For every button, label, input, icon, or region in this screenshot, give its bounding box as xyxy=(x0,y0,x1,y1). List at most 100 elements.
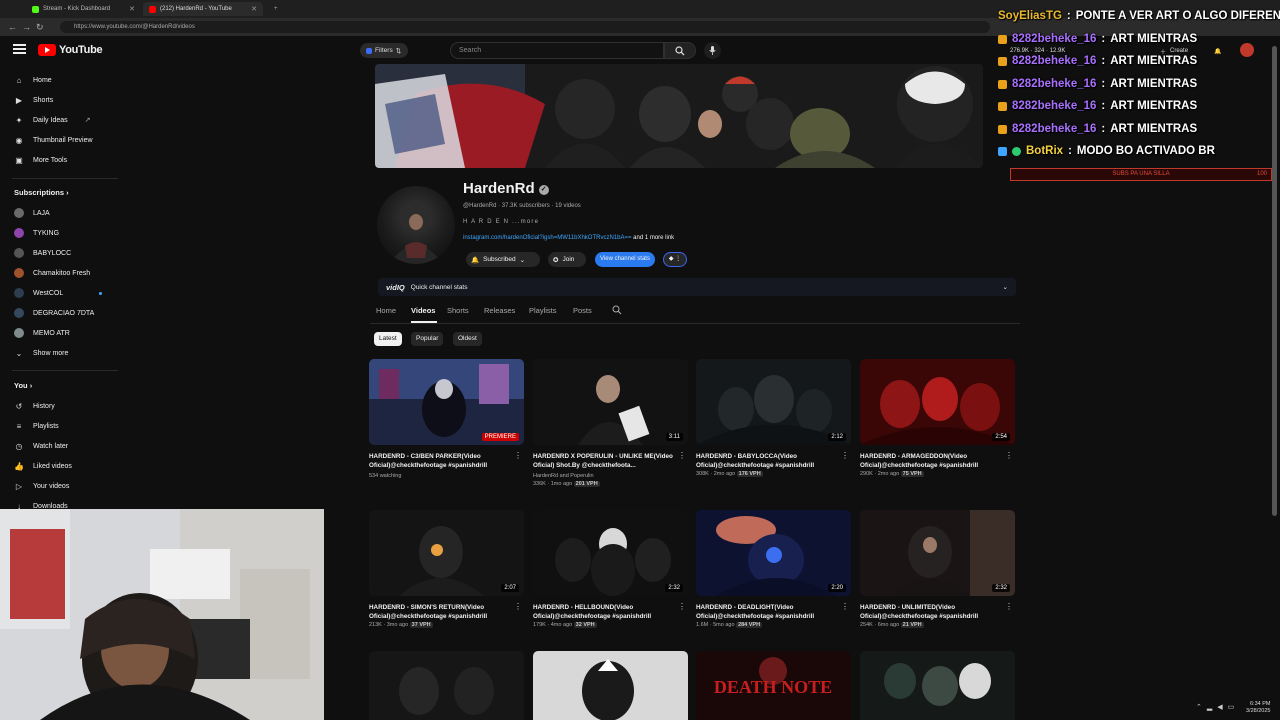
video-thumbnail[interactable]: 3:11 xyxy=(533,359,688,445)
sidebar-item-show-more[interactable]: ⌄ Show more xyxy=(0,343,118,363)
chevron-up-icon[interactable]: ⌃ xyxy=(1196,703,1202,711)
video-thumbnail[interactable]: 2:54 xyxy=(860,359,1015,445)
sidebar-item-daily-ideas[interactable]: ✦ Daily Ideas ↗ xyxy=(0,110,118,130)
more-options-icon[interactable]: ⋮ xyxy=(1005,452,1013,460)
sidebar-item-subscription[interactable]: LAJA xyxy=(0,203,118,223)
more-options-icon[interactable]: ⋮ xyxy=(514,452,522,460)
sidebar-item-playlists[interactable]: ≡ Playlists xyxy=(0,416,118,436)
video-card[interactable]: 2:12 HARDENRD - BABYLOCCA(Video Oficial)… xyxy=(696,359,851,478)
tab-releases[interactable]: Releases xyxy=(484,306,515,315)
video-card[interactable]: PREMIERE HARDENRD - C3/BEN PARKER(Video … xyxy=(369,359,524,480)
more-links[interactable]: and 1 more link xyxy=(633,235,674,241)
video-title[interactable]: HARDENRD - DEADLIGHT(Video Oficial)@chec… xyxy=(696,603,836,621)
subscriptions-heading[interactable]: Subscriptions › xyxy=(14,188,69,197)
taskbar-clock[interactable]: 6:34 PM 3/28/2025 xyxy=(1246,701,1270,715)
subscribed-button[interactable]: 🔔 Subscribed ⌄ xyxy=(466,252,540,267)
sidebar-item-more-tools[interactable]: ▣ More Tools xyxy=(0,150,118,170)
notifications-button[interactable]: 🔔 xyxy=(1214,44,1221,58)
page-scrollbar[interactable] xyxy=(1272,46,1277,516)
tab-posts[interactable]: Posts xyxy=(573,306,592,315)
video-title[interactable]: HARDENRD - SIMON'S RETURN(Video Oficial)… xyxy=(369,603,509,621)
url-field[interactable]: https://www.youtube.com/@HardenRd/videos xyxy=(60,21,990,33)
tab-videos[interactable]: Videos xyxy=(411,306,435,315)
view-channel-stats-button[interactable]: View channel stats xyxy=(595,252,655,267)
join-button[interactable]: ✪ Join xyxy=(548,252,586,267)
sidebar-item-liked-videos[interactable]: 👍 Liked videos xyxy=(0,456,118,476)
vidiq-filters-button[interactable]: Filters ⇅ xyxy=(360,43,408,58)
sidebar-item-home[interactable]: ⌂ Home xyxy=(0,70,118,90)
more-options-icon[interactable]: ⋮ xyxy=(841,603,849,611)
forward-icon[interactable]: → xyxy=(22,21,31,33)
sidebar-item-subscription[interactable]: BABYLOCC xyxy=(0,243,118,263)
video-thumbnail[interactable]: 2:07 xyxy=(369,510,524,596)
tab-shorts[interactable]: Shorts xyxy=(447,306,469,315)
video-title[interactable]: HARDENRD - BABYLOCCA(Video Oficial)@chec… xyxy=(696,452,836,470)
voice-search-button[interactable] xyxy=(704,42,721,59)
sidebar-item-thumbnail-preview[interactable]: ◉ Thumbnail Preview xyxy=(0,130,118,150)
more-options-icon[interactable]: ⋮ xyxy=(678,452,686,460)
video-card[interactable] xyxy=(369,651,524,720)
chip-oldest[interactable]: Oldest xyxy=(453,332,482,346)
video-thumbnail[interactable]: 2:20 xyxy=(696,510,851,596)
video-thumbnail[interactable] xyxy=(533,651,688,720)
more-options-icon[interactable]: ⋮ xyxy=(1005,603,1013,611)
tab-home[interactable]: Home xyxy=(376,306,396,315)
video-thumbnail[interactable] xyxy=(369,651,524,720)
video-title[interactable]: HARDENRD X POPERULIN - UNLIKE ME(Video O… xyxy=(533,452,673,470)
channel-search-button[interactable] xyxy=(612,305,622,317)
hamburger-menu-icon[interactable] xyxy=(13,44,26,54)
channel-links[interactable]: instagram.com/hardenOficial?igsh=MW11bXh… xyxy=(463,235,674,241)
video-title[interactable]: HARDENRD - ARMAGEDDON(Video Oficial)@che… xyxy=(860,452,1000,470)
more-options-icon[interactable]: ⋮ xyxy=(514,603,522,611)
video-card[interactable]: 2:32 HARDENRD - UNLIMITED(Video Oficial)… xyxy=(860,510,1015,629)
video-card[interactable] xyxy=(860,651,1015,720)
video-thumbnail[interactable] xyxy=(860,651,1015,720)
back-icon[interactable]: ← xyxy=(8,21,17,33)
new-tab-button[interactable]: + xyxy=(268,2,284,16)
video-card[interactable]: DEATH NOTE xyxy=(696,651,851,720)
sidebar-item-subscription[interactable]: Chamakitoo Fresh xyxy=(0,263,118,283)
battery-icon[interactable]: ▭ xyxy=(1228,703,1235,711)
video-thumbnail[interactable]: 2:12 xyxy=(696,359,851,445)
volume-icon[interactable]: ◀ xyxy=(1217,703,1222,711)
video-title[interactable]: HARDENRD - HELLBOUND(Video Oficial)@chec… xyxy=(533,603,673,621)
close-tab-icon[interactable]: ✕ xyxy=(251,5,257,13)
channel-link[interactable]: instagram.com/hardenOficial?igsh=MW11bXh… xyxy=(463,235,631,241)
video-thumbnail[interactable]: 2:32 xyxy=(533,510,688,596)
more-options-icon[interactable]: ⋮ xyxy=(678,603,686,611)
sidebar-item-subscription[interactable]: DEGRACIAO 7DTA xyxy=(0,303,118,323)
video-thumbnail[interactable]: PREMIERE xyxy=(369,359,524,445)
video-card[interactable]: 2:07 HARDENRD - SIMON'S RETURN(Video Ofi… xyxy=(369,510,524,629)
sidebar-item-your-videos[interactable]: ▷ Your videos xyxy=(0,476,118,496)
tab-playlists[interactable]: Playlists xyxy=(529,306,557,315)
sidebar-item-shorts[interactable]: ▶ Shorts xyxy=(0,90,118,110)
video-card[interactable]: 2:20 HARDENRD - DEADLIGHT(Video Oficial)… xyxy=(696,510,851,629)
video-card[interactable]: 3:11 HARDENRD X POPERULIN - UNLIKE ME(Vi… xyxy=(533,359,688,488)
video-title[interactable]: HARDENRD - UNLIMITED(Video Oficial)@chec… xyxy=(860,603,1000,621)
vidiq-quick-stats-bar[interactable]: vidIQ Quick channel stats ⌄ xyxy=(378,278,1016,296)
sidebar-item-subscription[interactable]: WestCOL xyxy=(0,283,118,303)
video-thumbnail[interactable]: 2:32 xyxy=(860,510,1015,596)
chip-popular[interactable]: Popular xyxy=(411,332,444,346)
vidiq-menu-button[interactable]: ◆ ⋮ xyxy=(663,252,687,267)
sidebar-item-history[interactable]: ↺ History xyxy=(0,396,118,416)
video-card[interactable] xyxy=(533,651,688,720)
sidebar-item-subscription[interactable]: TYKING xyxy=(0,223,118,243)
account-avatar[interactable] xyxy=(1240,43,1254,57)
more-options-icon[interactable]: ⋮ xyxy=(841,452,849,460)
search-button[interactable] xyxy=(664,42,696,59)
video-title[interactable]: HARDENRD - C3/BEN PARKER(Video Oficial)@… xyxy=(369,452,509,470)
sidebar-item-watch-later[interactable]: ◷ Watch later xyxy=(0,436,118,456)
reload-icon[interactable]: ↻ xyxy=(36,21,44,33)
network-icon[interactable]: ▂ xyxy=(1207,703,1212,711)
channel-description[interactable]: H A R D E N ...more xyxy=(463,219,539,225)
close-tab-icon[interactable]: ✕ xyxy=(129,5,135,13)
video-card[interactable]: 2:54 HARDENRD - ARMAGEDDON(Video Oficial… xyxy=(860,359,1015,478)
youtube-logo[interactable]: YouTube xyxy=(38,44,103,56)
sidebar-item-subscription[interactable]: MEMO ATR xyxy=(0,323,118,343)
browser-tab-kick[interactable]: Stream - Kick Dashboard ✕ xyxy=(26,2,141,16)
channel-avatar[interactable] xyxy=(377,186,455,264)
video-thumbnail[interactable]: DEATH NOTE xyxy=(696,651,851,720)
video-card[interactable]: 2:32 HARDENRD - HELLBOUND(Video Oficial)… xyxy=(533,510,688,629)
search-input[interactable]: Search xyxy=(450,42,664,59)
